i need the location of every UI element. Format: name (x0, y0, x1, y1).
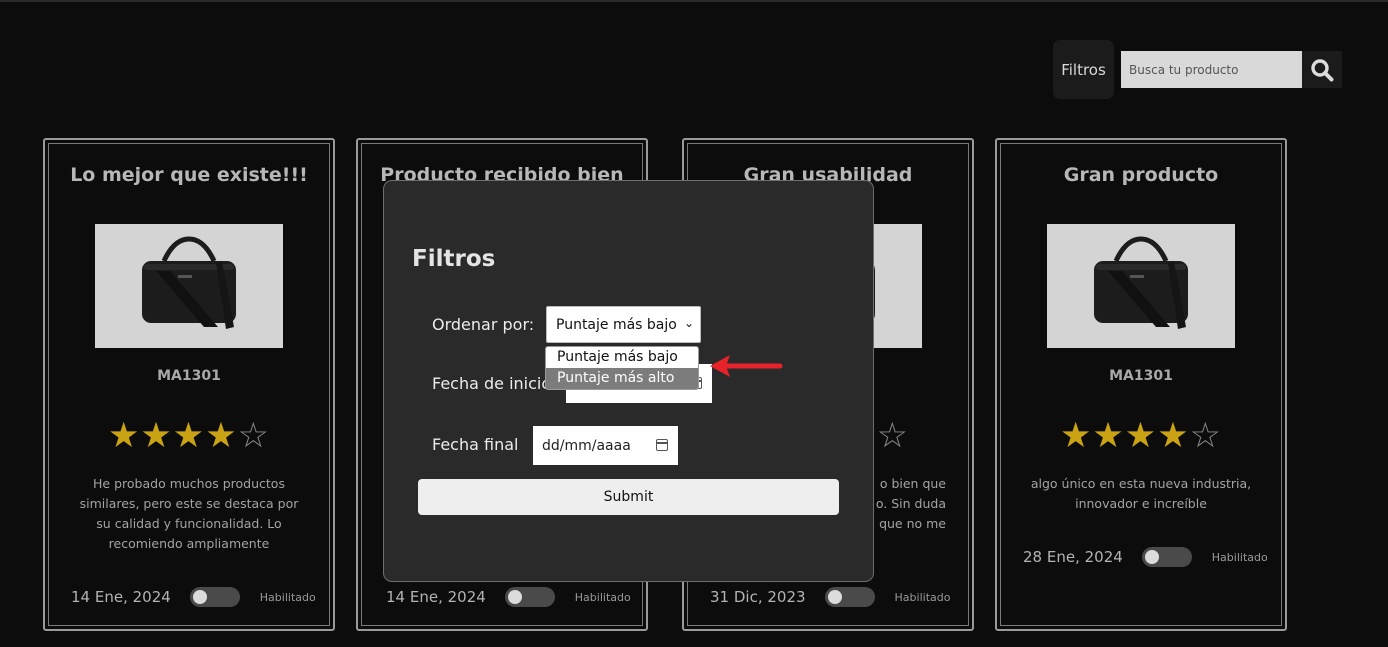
card-footer: 31 Dic, 2023 Habilitado (710, 587, 950, 607)
product-code: MA1301 (157, 368, 221, 384)
dropdown-option[interactable]: Puntaje más bajo (546, 347, 698, 368)
card-footer: 14 Ene, 2024 Habilitado (71, 587, 316, 607)
star-empty-icon: ☆ (237, 416, 270, 456)
review-card: Lo mejor que existe!!! MA1301 ★★★★☆ He p… (43, 138, 335, 631)
calendar-icon (656, 439, 668, 451)
review-date: 14 Ene, 2024 (71, 588, 171, 606)
star-full-icon: ★ (205, 416, 238, 456)
modal-title: Filtros (412, 246, 496, 272)
search-button[interactable] (1302, 51, 1342, 88)
star-full-icon: ★ (1060, 416, 1093, 456)
order-dropdown-list: Puntaje más bajo Puntaje más alto (545, 346, 699, 390)
toggle-label: Habilitado (894, 590, 951, 604)
star-empty-icon: ☆ (876, 416, 909, 456)
review-date: 31 Dic, 2023 (710, 588, 806, 606)
star-full-icon: ★ (1124, 416, 1158, 456)
start-date-label: Fecha de inicio (432, 374, 552, 393)
star-full-icon: ★ (1092, 416, 1125, 456)
review-text: He probado muchos productos similares, p… (79, 476, 299, 551)
star-full-icon: ★ (172, 416, 206, 456)
order-label: Ordenar por: (432, 315, 535, 334)
star-full-icon: ★ (108, 416, 141, 456)
annotation-arrow-icon (710, 355, 783, 377)
enabled-toggle[interactable] (824, 587, 875, 607)
toggle-label: Habilitado (574, 590, 631, 604)
card-title: Gran producto (1063, 164, 1219, 186)
end-date-label: Fecha final (432, 435, 519, 454)
dropdown-option-highlighted[interactable]: Puntaje más alto (546, 368, 698, 389)
chevron-down-icon: ⌄ (683, 316, 694, 330)
star-empty-icon: ☆ (1189, 416, 1222, 456)
end-date-input[interactable]: dd/mm/aaaa (533, 426, 678, 465)
enabled-toggle[interactable] (189, 587, 240, 607)
review-text: algo único en esta nueva industria, inno… (1030, 476, 1252, 511)
enabled-toggle[interactable] (1141, 547, 1192, 567)
submit-button[interactable]: Submit (418, 479, 839, 515)
end-date-placeholder: dd/mm/aaaa (542, 437, 631, 454)
star-full-icon: ★ (140, 416, 173, 456)
search-icon (1311, 58, 1334, 81)
toggle-label: Habilitado (259, 590, 316, 604)
card-title: Lo mejor que existe!!! (70, 164, 308, 186)
order-select[interactable]: Puntaje más bajo ⌄ (546, 306, 701, 343)
card-footer: 28 Ene, 2024 Habilitado (1023, 547, 1268, 567)
bag-icon (142, 236, 236, 329)
review-card: Gran producto MA1301 ★★★★☆ algo único en… (995, 138, 1287, 631)
card-footer: 14 Ene, 2024 Habilitado (386, 587, 631, 607)
search-input[interactable] (1121, 51, 1302, 88)
toggle-label: Habilitado (1211, 550, 1268, 564)
rating-stars: ★★★★☆ (1001, 416, 1281, 456)
product-code: MA1301 (1109, 368, 1173, 384)
product-image (1047, 224, 1235, 348)
enabled-toggle[interactable] (504, 587, 555, 607)
bag-icon (1094, 236, 1188, 329)
review-date: 14 Ene, 2024 (386, 588, 486, 606)
star-full-icon: ★ (1157, 416, 1190, 456)
top-divider (0, 0, 1388, 2)
review-date: 28 Ene, 2024 (1023, 548, 1123, 566)
filters-button[interactable]: Filtros (1053, 40, 1114, 99)
product-image (95, 224, 283, 348)
order-select-value: Puntaje más bajo (556, 316, 677, 333)
rating-stars: ★★★★☆ (49, 416, 329, 456)
